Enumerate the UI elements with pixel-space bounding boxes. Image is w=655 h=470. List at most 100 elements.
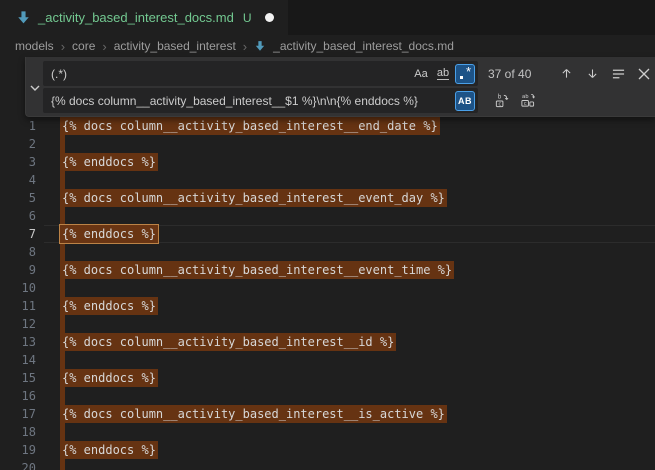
line-number: 4 — [0, 171, 36, 189]
code-line-2[interactable]: 2 — [0, 135, 655, 153]
line-content — [62, 243, 65, 261]
line-number: 16 — [0, 387, 36, 405]
line-content — [62, 387, 65, 405]
breadcrumb-item-activity-based-interest[interactable]: activity_based_interest — [114, 39, 236, 53]
tab-active[interactable]: _activity_based_interest_docs.md U — [0, 0, 288, 35]
code-line-12[interactable]: 12 — [0, 315, 655, 333]
line-content: {% docs column__activity_based_interest_… — [62, 405, 445, 423]
line-content — [62, 207, 65, 225]
code-line-18[interactable]: 18 — [0, 423, 655, 441]
previous-match-button[interactable] — [555, 63, 577, 85]
empty-line-match-highlight — [60, 423, 65, 441]
results-count: 37 of 40 — [488, 67, 543, 81]
current-find-match: {% enddocs %} — [60, 225, 158, 243]
breadcrumb-item-models[interactable]: models — [15, 39, 54, 53]
empty-line-match-highlight — [60, 135, 65, 153]
modified-dot-icon[interactable] — [265, 13, 274, 22]
vscode-window: _activity_based_interest_docs.md U model… — [0, 0, 655, 470]
line-content — [62, 135, 65, 153]
line-number: 15 — [0, 369, 36, 387]
svg-text:ab: ab — [521, 94, 528, 100]
line-content: {% docs column__activity_based_interest_… — [62, 117, 438, 135]
find-input-wrap: Aa ab * — [43, 61, 478, 86]
markdown-file-icon — [254, 40, 266, 52]
find-match: {% enddocs %} — [60, 369, 158, 387]
line-number: 14 — [0, 351, 36, 369]
find-match: {% docs column__activity_based_interest_… — [60, 189, 447, 207]
replace-all-button[interactable]: ab c — [516, 90, 538, 112]
close-icon[interactable] — [633, 63, 655, 85]
empty-line-match-highlight — [60, 459, 65, 470]
find-match: {% enddocs %} — [60, 441, 158, 459]
breadcrumb-item-file[interactable]: _activity_based_interest_docs.md — [273, 39, 454, 53]
line-number: 8 — [0, 243, 36, 261]
line-content: {% enddocs %} — [62, 297, 156, 315]
next-match-button[interactable] — [581, 63, 603, 85]
line-number: 2 — [0, 135, 36, 153]
chevron-right-icon: › — [243, 39, 247, 54]
svg-text:c: c — [523, 101, 526, 107]
empty-line-match-highlight — [60, 279, 65, 297]
line-number: 13 — [0, 333, 36, 351]
line-number: 5 — [0, 189, 36, 207]
code-line-7[interactable]: 7 {% enddocs %} — [0, 225, 655, 243]
match-case-icon[interactable]: Aa — [411, 64, 431, 84]
line-content — [62, 351, 65, 369]
line-number: 3 — [0, 153, 36, 171]
svg-text:b: b — [497, 94, 501, 101]
replace-input[interactable] — [43, 88, 478, 113]
find-match: {% enddocs %} — [60, 297, 158, 315]
find-match: {% enddocs %} — [60, 153, 158, 171]
line-content: {% docs column__activity_based_interest_… — [62, 261, 452, 279]
line-number: 12 — [0, 315, 36, 333]
code-line-11[interactable]: 11 {% enddocs %} — [0, 297, 655, 315]
code-line-17[interactable]: 17{% docs column__activity_based_interes… — [0, 405, 655, 423]
code-line-14[interactable]: 14 — [0, 351, 655, 369]
whole-word-icon[interactable]: ab — [433, 64, 453, 84]
line-number: 19 — [0, 441, 36, 459]
code-line-20[interactable]: 20 — [0, 459, 655, 470]
preserve-case-icon[interactable]: AB — [455, 91, 475, 111]
code-line-13[interactable]: 13 {% docs column__activity_based_interes… — [0, 333, 655, 351]
empty-line-match-highlight — [60, 243, 65, 261]
breadcrumb-item-core[interactable]: core — [72, 39, 95, 53]
line-number: 18 — [0, 423, 36, 441]
line-content — [62, 315, 65, 333]
find-match: {% docs column__activity_based_interest_… — [60, 333, 396, 351]
code-line-16[interactable]: 16 — [0, 387, 655, 405]
line-number: 10 — [0, 279, 36, 297]
line-content — [62, 459, 65, 470]
code-line-15[interactable]: 15 {% enddocs %} — [0, 369, 655, 387]
code-line-6[interactable]: 6 — [0, 207, 655, 225]
tab-bar: _activity_based_interest_docs.md U — [0, 0, 655, 35]
code-line-9[interactable]: 9{% docs column__activity_based_interest… — [0, 261, 655, 279]
breadcrumb: models › core › activity_based_interest … — [0, 35, 655, 57]
empty-line-match-highlight — [60, 207, 65, 225]
chevron-right-icon: › — [102, 39, 106, 54]
line-number: 11 — [0, 297, 36, 315]
line-number: 7 — [0, 225, 36, 243]
code-line-5[interactable]: 5 {% docs column__activity_based_interest… — [0, 189, 655, 207]
find-in-selection-icon[interactable] — [607, 63, 629, 85]
line-number: 6 — [0, 207, 36, 225]
code-line-1[interactable]: 1{% docs column__activity_based_interest… — [0, 117, 655, 135]
empty-line-match-highlight — [60, 315, 65, 333]
find-match: {% docs column__activity_based_interest_… — [60, 405, 447, 423]
editor[interactable]: 1{% docs column__activity_based_interest… — [0, 57, 655, 470]
code-line-3[interactable]: 3 {% enddocs %} — [0, 153, 655, 171]
markdown-file-icon — [16, 10, 31, 25]
svg-text:c: c — [498, 102, 501, 108]
find-replace-widget: Aa ab * 37 of 40 — [25, 57, 655, 117]
code-line-19[interactable]: 19 {% enddocs %} — [0, 441, 655, 459]
line-content: {% enddocs %} — [62, 441, 156, 459]
line-content: {% enddocs %} — [62, 225, 156, 243]
replace-input-wrap: AB — [43, 88, 478, 113]
code-area: 1{% docs column__activity_based_interest… — [0, 117, 655, 470]
regex-icon[interactable]: * — [455, 64, 475, 84]
code-line-4[interactable]: 4 — [0, 171, 655, 189]
empty-line-match-highlight — [60, 387, 65, 405]
toggle-replace-button[interactable] — [26, 57, 43, 116]
code-line-8[interactable]: 8 — [0, 243, 655, 261]
replace-button[interactable]: b c — [490, 90, 512, 112]
code-line-10[interactable]: 10 — [0, 279, 655, 297]
